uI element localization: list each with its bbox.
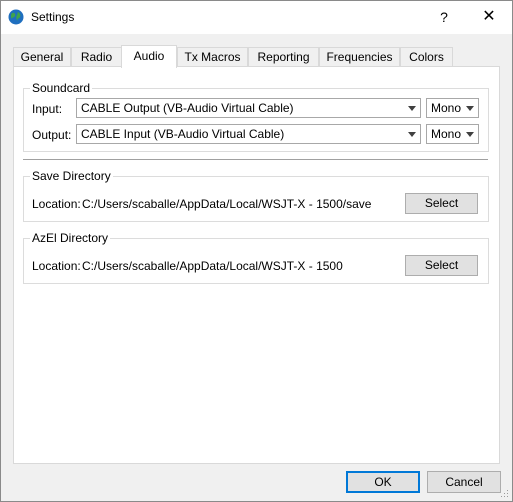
chevron-down-icon [466, 132, 474, 137]
output-channel-select[interactable]: Mono [426, 124, 479, 144]
chevron-down-icon [466, 106, 474, 111]
tab-frequencies[interactable]: Frequencies [319, 47, 400, 66]
input-device-value: CABLE Output (VB-Audio Virtual Cable) [81, 101, 294, 115]
separator-line [23, 159, 488, 161]
save-directory-group-title: Save Directory [30, 169, 113, 183]
settings-dialog: Settings ? ✕ General Radio Audio Tx Macr… [0, 0, 513, 502]
tab-reporting[interactable]: Reporting [248, 47, 319, 66]
chevron-down-icon [408, 106, 416, 111]
output-device-select[interactable]: CABLE Input (VB-Audio Virtual Cable) [76, 124, 421, 144]
tab-tx-macros[interactable]: Tx Macros [177, 47, 248, 66]
azel-directory-path: C:/Users/scaballe/AppData/Local/WSJT-X -… [82, 259, 343, 273]
close-button[interactable]: ✕ [473, 5, 505, 29]
output-label: Output: [32, 128, 72, 142]
input-channel-value: Mono [431, 101, 462, 115]
cancel-button[interactable]: Cancel [427, 471, 501, 493]
azel-directory-select-button[interactable]: Select [405, 255, 478, 276]
soundcard-group-title: Soundcard [30, 81, 93, 95]
azel-location-label: Location: [32, 259, 81, 273]
save-location-label: Location: [32, 197, 81, 211]
input-device-select[interactable]: CABLE Output (VB-Audio Virtual Cable) [76, 98, 421, 118]
chevron-down-icon [408, 132, 416, 137]
tab-general[interactable]: General [13, 47, 71, 66]
input-channel-select[interactable]: Mono [426, 98, 479, 118]
input-label: Input: [32, 102, 63, 116]
title-bar[interactable]: Settings ? ✕ [1, 1, 512, 34]
save-directory-select-button[interactable]: Select [405, 193, 478, 214]
azel-directory-group-title: AzEl Directory [30, 231, 111, 245]
window-title: Settings [31, 10, 75, 24]
tab-colors[interactable]: Colors [400, 47, 453, 66]
output-channel-value: Mono [431, 127, 462, 141]
resize-grip-icon[interactable] [499, 488, 509, 498]
tab-radio[interactable]: Radio [71, 47, 122, 66]
wsjt-globe-icon [8, 9, 24, 25]
ok-button[interactable]: OK [346, 471, 420, 493]
save-directory-path: C:/Users/scaballe/AppData/Local/WSJT-X -… [82, 197, 372, 211]
help-button[interactable]: ? [429, 5, 459, 29]
tab-audio[interactable]: Audio [121, 45, 177, 68]
output-device-value: CABLE Input (VB-Audio Virtual Cable) [81, 127, 285, 141]
